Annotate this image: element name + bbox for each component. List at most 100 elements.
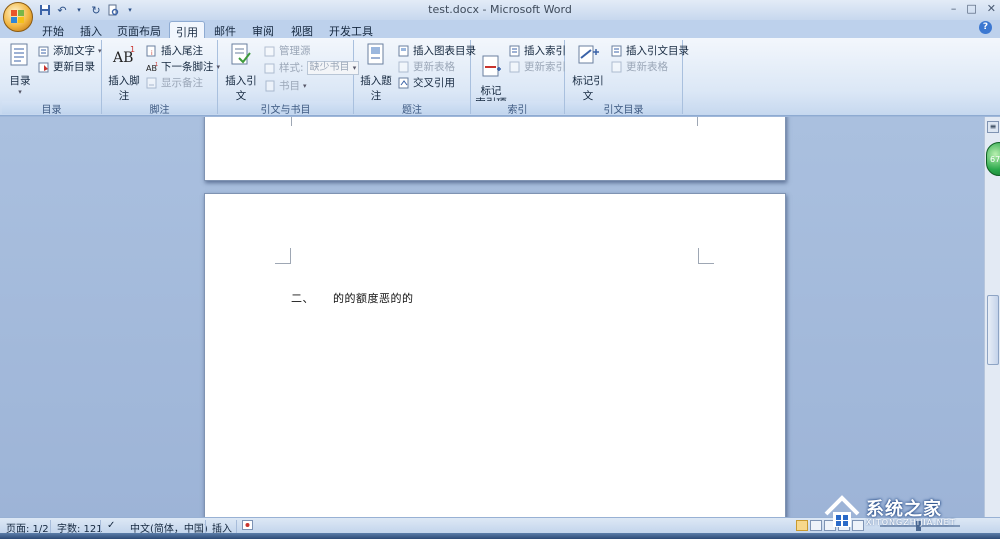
crop-mark: [697, 117, 713, 126]
macro-record-icon[interactable]: [236, 520, 253, 533]
crop-mark: [275, 248, 291, 264]
insert-citation-label: 插入引文: [225, 75, 257, 102]
show-notes-button[interactable]: 显示备注: [146, 75, 203, 90]
view-ruler-icon[interactable]: ≡: [987, 121, 999, 133]
update-toc-button[interactable]: 更新目录: [38, 59, 95, 74]
cross-reference-button[interactable]: 交叉引用: [398, 75, 455, 90]
bibliography-button[interactable]: 书目 ▾: [264, 78, 307, 93]
manage-sources-button[interactable]: 管理源: [264, 43, 311, 58]
document-page-2[interactable]: 二、 的的额度恶的的: [204, 193, 786, 517]
insert-index-icon: [509, 45, 520, 56]
insert-table-of-figures-button[interactable]: 插入图表目录: [398, 43, 476, 58]
svg-text:1: 1: [130, 45, 135, 54]
insert-endnote-button[interactable]: i 插入尾注: [146, 43, 203, 58]
insert-caption-label: 插入题注: [360, 75, 392, 102]
show-notes-icon: [146, 77, 157, 88]
group-label-toa: 引文目录: [565, 101, 682, 116]
document-paragraph[interactable]: 二、 的的额度恶的的: [291, 290, 414, 306]
zoom-indicator-badge[interactable]: 67: [986, 142, 1000, 176]
table-of-figures-icon: [398, 45, 409, 56]
insert-footnote-label: 插入脚注: [108, 75, 140, 102]
bibliography-label: 书目: [279, 80, 300, 92]
style-selector[interactable]: 样式: 缺少书目 ▾: [264, 60, 360, 75]
word-count[interactable]: 字数: 121: [50, 520, 103, 535]
print-layout-view-icon[interactable]: [796, 520, 808, 531]
update-figures-table-label: 更新表格: [413, 61, 455, 73]
page-count[interactable]: 页面: 1/2: [6, 520, 49, 535]
office-button[interactable]: [3, 2, 33, 32]
insert-table-of-figures-label: 插入图表目录: [413, 45, 476, 57]
update-index-button[interactable]: 更新索引: [509, 59, 566, 74]
group-captions: 插入题注 插入图表目录 更新表格 交叉引用 题注: [354, 40, 476, 116]
list-number: 二、: [291, 292, 314, 305]
update-toc-label: 更新目录: [53, 61, 95, 73]
tab-home[interactable]: 开始: [36, 21, 70, 38]
tab-developer[interactable]: 开发工具: [326, 21, 376, 38]
vertical-scrollbar[interactable]: ≡: [984, 117, 1000, 517]
group-index: 标记 索引项 插入索引 更新索引 索引: [471, 40, 566, 116]
next-footnote-label: 下一条脚注: [161, 61, 214, 73]
show-notes-label: 显示备注: [161, 77, 203, 89]
window-title: test.docx - Microsoft Word: [428, 3, 572, 16]
tab-insert[interactable]: 插入: [76, 21, 106, 38]
group-citations: 插入引文 ▾ 管理源 样式: 缺少书目 ▾ 书目 ▾ 引文与书目: [218, 40, 360, 116]
mark-entry-icon: [482, 55, 501, 77]
maximize-button[interactable]: □: [966, 2, 976, 15]
insert-endnote-label: 插入尾注: [161, 45, 203, 57]
update-toa-button[interactable]: 更新表格: [611, 59, 668, 74]
tab-page-layout[interactable]: 页面布局: [114, 21, 164, 38]
update-index-label: 更新索引: [524, 61, 566, 73]
insert-citation-icon: [231, 43, 251, 65]
mark-citation-button[interactable]: 标记引文: [569, 42, 607, 103]
add-text-button[interactable]: 添加文字 ▾: [38, 43, 102, 58]
help-icon[interactable]: ?: [979, 21, 992, 34]
insert-index-label: 插入索引: [524, 45, 566, 57]
style-label: 样式:: [279, 62, 304, 74]
tab-mailings[interactable]: 邮件: [210, 21, 240, 38]
scrollbar-thumb[interactable]: [987, 295, 999, 365]
table-of-contents-icon: [10, 43, 28, 66]
chevron-down-icon: ▾: [303, 81, 307, 90]
group-table-of-authorities: 标记引文 插入引文目录 更新表格 引文目录: [565, 40, 689, 116]
update-figures-table-button[interactable]: 更新表格: [398, 59, 455, 74]
tab-references[interactable]: 引用: [169, 21, 205, 39]
manage-sources-icon: [264, 46, 275, 56]
next-footnote-button[interactable]: AB 1 下一条脚注 ▾: [146, 59, 220, 74]
endnote-icon: i: [146, 45, 156, 57]
crop-mark: [698, 248, 714, 264]
minimize-button[interactable]: –: [951, 2, 957, 15]
cross-reference-icon: [398, 77, 409, 88]
close-button[interactable]: ✕: [987, 2, 996, 15]
document-page-1[interactable]: [204, 117, 786, 181]
toc-button[interactable]: 目录 ▾: [6, 42, 34, 96]
insert-caption-button[interactable]: 插入题注: [358, 42, 394, 103]
mark-citation-icon: [578, 45, 599, 64]
update-toa-label: 更新表格: [626, 61, 668, 73]
insert-footnote-button[interactable]: AB 1 插入脚注: [106, 42, 142, 103]
document-area[interactable]: 二、 的的额度恶的的: [0, 117, 984, 517]
chevron-down-icon: ▾: [98, 46, 102, 55]
group-label-citations: 引文与书目: [218, 101, 353, 116]
tab-review[interactable]: 审阅: [248, 21, 278, 38]
toc-button-label: 目录: [9, 75, 31, 87]
bibliography-icon: [265, 80, 275, 91]
insert-toa-button[interactable]: 插入引文目录: [611, 43, 689, 58]
svg-text:1: 1: [155, 62, 158, 68]
next-footnote-icon: AB1: [146, 62, 158, 73]
style-dropdown[interactable]: 缺少书目 ▾: [306, 60, 360, 75]
update-table-icon: [611, 61, 622, 72]
style-icon: [264, 63, 275, 73]
insert-mode[interactable]: 插入: [205, 520, 232, 535]
chevron-down-icon: ▾: [18, 88, 22, 96]
paragraph-text: 的的额度恶的的: [333, 292, 414, 305]
tab-view[interactable]: 视图: [287, 21, 317, 38]
insert-toa-icon: [611, 45, 622, 56]
update-table-icon: [398, 61, 409, 72]
ribbon-tabs: 开始 插入 页面布局 引用 邮件 审阅 视图 开发工具: [0, 20, 1000, 39]
insert-index-button[interactable]: 插入索引: [509, 43, 566, 58]
proofing-icon[interactable]: ✓: [100, 520, 115, 533]
update-table-icon: [38, 62, 49, 72]
title-bar: ↶ ▾ ↻ ▾ test.docx - Microsoft Word – □ ✕: [0, 0, 1000, 20]
full-screen-reading-icon[interactable]: [810, 520, 822, 531]
language-indicator[interactable]: 中文(简体，中国): [130, 520, 208, 535]
